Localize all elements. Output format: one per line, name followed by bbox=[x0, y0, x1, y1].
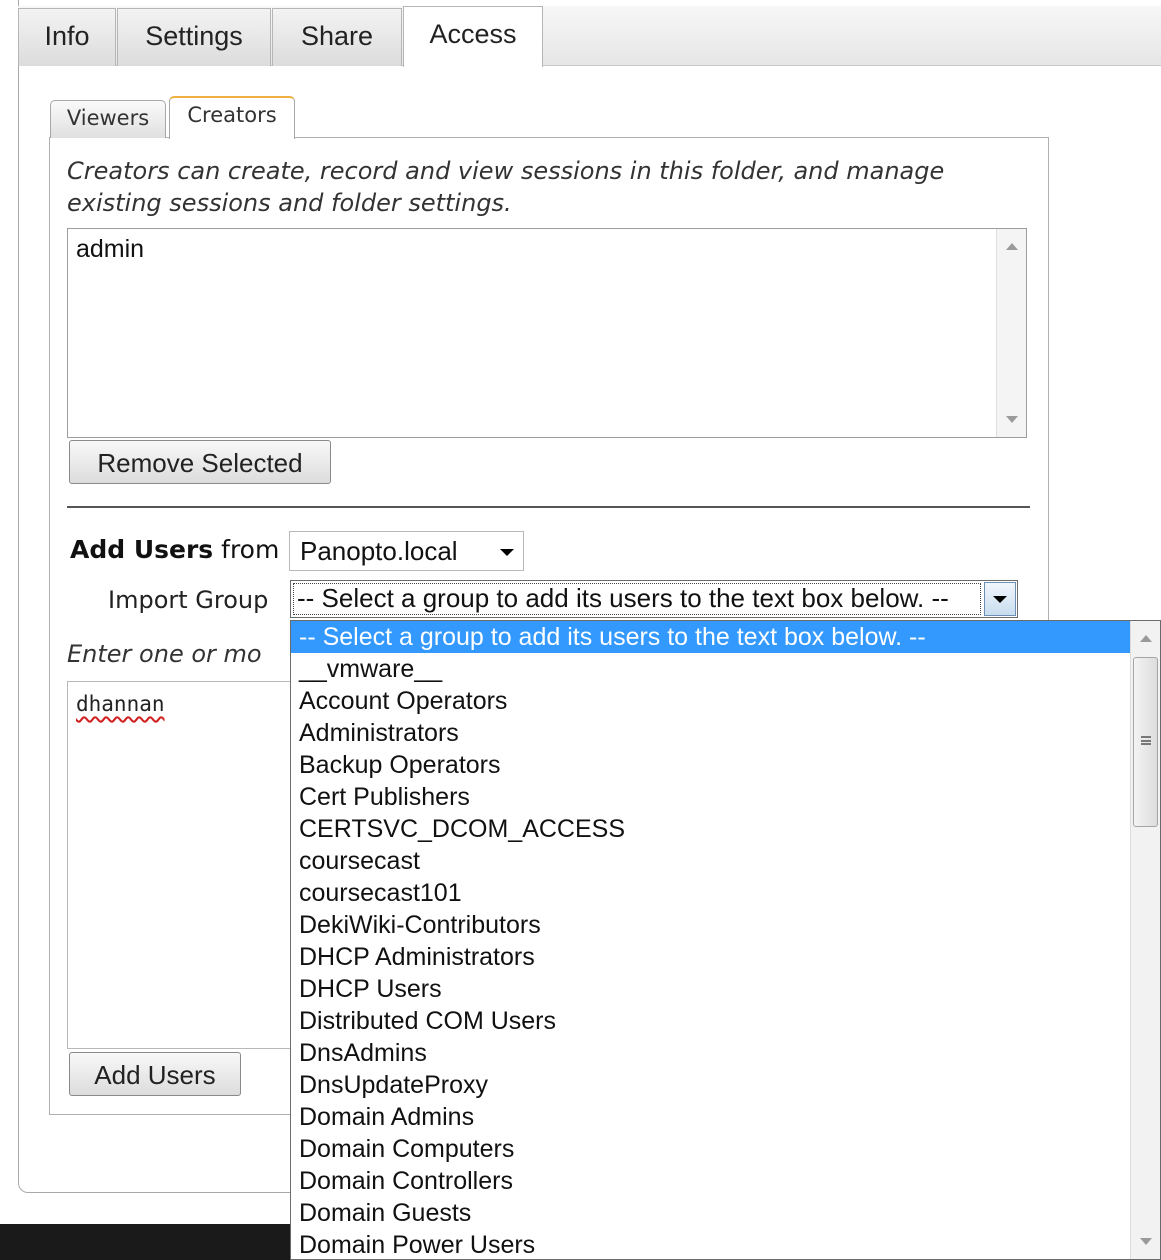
scroll-up-icon[interactable] bbox=[1140, 635, 1152, 642]
group-option[interactable]: __vmware__ bbox=[291, 653, 1130, 685]
scroll-up-icon[interactable] bbox=[1006, 243, 1018, 250]
chevron-down-icon bbox=[993, 596, 1007, 603]
remove-selected-button[interactable]: Remove Selected bbox=[69, 440, 331, 484]
scroll-down-icon[interactable] bbox=[1006, 416, 1018, 423]
focus-outline bbox=[293, 583, 981, 615]
group-option[interactable]: Domain Admins bbox=[291, 1101, 1130, 1133]
add-users-label-bold: Add Users bbox=[70, 535, 214, 564]
tab-access[interactable]: Access bbox=[403, 6, 543, 67]
group-option[interactable]: Distributed COM Users bbox=[291, 1005, 1130, 1037]
provider-select-value: Panopto.local bbox=[300, 536, 458, 566]
add-users-label-from: from bbox=[221, 535, 280, 564]
group-option[interactable]: Domain Computers bbox=[291, 1133, 1130, 1165]
group-dropdown-list[interactable]: -- Select a group to add its users to th… bbox=[290, 620, 1161, 1260]
chevron-down-icon bbox=[500, 549, 514, 556]
group-option[interactable]: Domain Controllers bbox=[291, 1165, 1130, 1197]
group-option[interactable]: Administrators bbox=[291, 717, 1130, 749]
group-option[interactable]: DekiWiki-Contributors bbox=[291, 909, 1130, 941]
group-option[interactable]: coursecast101 bbox=[291, 877, 1130, 909]
group-option[interactable]: DnsUpdateProxy bbox=[291, 1069, 1130, 1101]
tab-share[interactable]: Share bbox=[272, 8, 402, 66]
creators-description: Creators can create, record and view ses… bbox=[67, 157, 945, 217]
dropdown-scrollbar[interactable] bbox=[1130, 621, 1160, 1259]
group-option[interactable]: DHCP Administrators bbox=[291, 941, 1130, 973]
list-item[interactable]: admin bbox=[76, 235, 144, 264]
creators-listbox[interactable]: admin bbox=[67, 228, 1027, 438]
dropdown-button[interactable] bbox=[984, 582, 1016, 616]
add-users-label: Add Users from bbox=[70, 535, 279, 564]
tab-settings[interactable]: Settings bbox=[117, 8, 271, 66]
subtab-creators[interactable]: Creators bbox=[169, 96, 295, 139]
provider-select[interactable]: Panopto.local bbox=[289, 531, 524, 571]
group-option[interactable]: DHCP Users bbox=[291, 973, 1130, 1005]
group-options: -- Select a group to add its users to th… bbox=[291, 621, 1130, 1259]
group-option[interactable]: coursecast bbox=[291, 845, 1130, 877]
group-option[interactable]: -- Select a group to add its users to th… bbox=[291, 621, 1130, 653]
add-users-button[interactable]: Add Users bbox=[69, 1052, 241, 1096]
group-option[interactable]: Domain Guests bbox=[291, 1197, 1130, 1229]
grip-icon bbox=[1141, 736, 1151, 745]
listbox-scrollbar[interactable] bbox=[996, 229, 1026, 437]
tab-info[interactable]: Info bbox=[18, 8, 116, 66]
users-textarea-value: dhannan bbox=[76, 692, 165, 716]
group-option[interactable]: Account Operators bbox=[291, 685, 1130, 717]
enter-users-label: Enter one or mo bbox=[67, 640, 262, 668]
scrollbar-thumb[interactable] bbox=[1133, 657, 1158, 827]
scroll-down-icon[interactable] bbox=[1140, 1238, 1152, 1245]
group-option[interactable]: Cert Publishers bbox=[291, 781, 1130, 813]
subtab-viewers[interactable]: Viewers bbox=[50, 100, 166, 138]
divider bbox=[67, 506, 1030, 508]
group-option[interactable]: CERTSVC_DCOM_ACCESS bbox=[291, 813, 1130, 845]
group-option[interactable]: DnsAdmins bbox=[291, 1037, 1130, 1069]
group-option[interactable]: Backup Operators bbox=[291, 749, 1130, 781]
group-option[interactable]: Domain Power Users bbox=[291, 1229, 1130, 1259]
import-group-select[interactable]: -- Select a group to add its users to th… bbox=[290, 580, 1018, 618]
import-group-label: Import Group bbox=[108, 586, 269, 614]
